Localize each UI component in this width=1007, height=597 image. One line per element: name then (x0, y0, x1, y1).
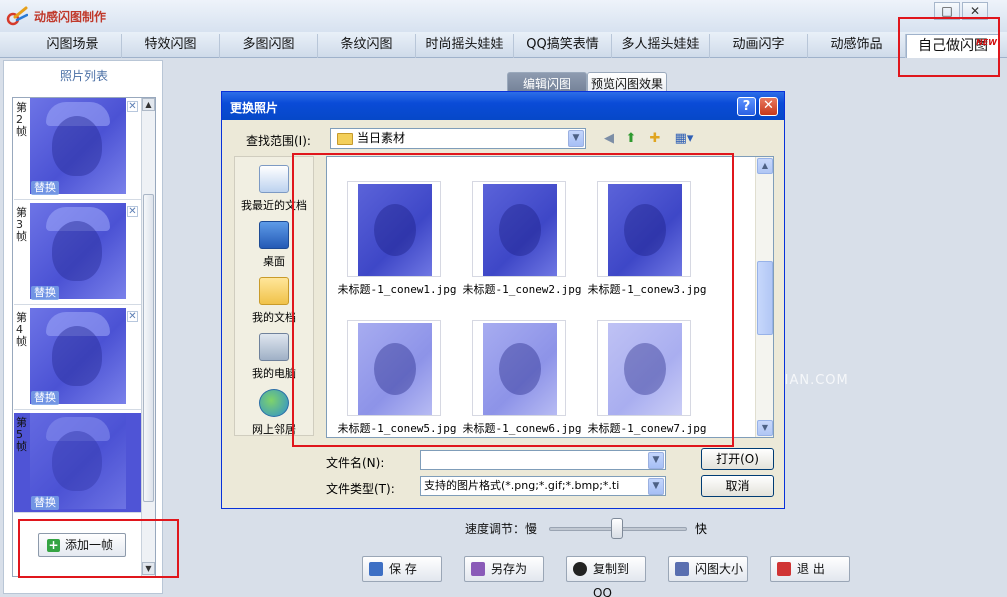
annotation-box-add-frame (18, 519, 179, 578)
scroll-up-arrow-icon[interactable]: ▲ (142, 98, 155, 111)
recent-docs-icon (259, 165, 289, 193)
speed-label: 速度调节：慢 (465, 522, 538, 536)
tab-accessories[interactable]: 动感饰品 (808, 34, 906, 58)
save-as-label: 另存为 (491, 562, 528, 576)
frame-panel: 照片列表 第2帧 ✕ 替换 第3帧 ✕ 替换 第4帧 ✕ 替换 第5帧 替换 ▲ (3, 60, 163, 594)
look-in-select[interactable]: 当日素材 ▼ (330, 128, 586, 149)
chevron-down-icon[interactable]: ▼ (568, 130, 584, 147)
category-tabs: 闪图场景 特效闪图 多图闪图 条纹闪图 时尚摇头娃娃 QQ搞笑表情 多人摇头娃娃… (0, 32, 1007, 58)
save-as-button[interactable]: 另存为 (464, 556, 544, 582)
annotation-box-diy-tab (898, 17, 1000, 77)
frame-label: 第4帧 (16, 311, 27, 348)
title-bar: 动感闪图制作 □ ✕ (0, 0, 1007, 32)
app-title: 动感闪图制作 (34, 10, 107, 24)
replace-button[interactable]: 替换 (31, 391, 59, 405)
network-icon (259, 389, 289, 417)
frame-item-selected[interactable]: 第5帧 替换 (14, 413, 141, 513)
frame-label: 第5帧 (16, 416, 27, 453)
cancel-button[interactable]: 取消 (701, 475, 774, 497)
desktop-icon (259, 221, 289, 249)
scroll-down-arrow-icon[interactable]: ▼ (757, 420, 773, 436)
frame-panel-title: 照片列表 (59, 69, 108, 83)
dialog-title: 更换照片 (230, 101, 279, 115)
chevron-down-icon[interactable]: ▼ (648, 452, 664, 469)
save-button[interactable]: 保 存 (362, 556, 442, 582)
up-folder-icon[interactable]: ⬆ (622, 131, 640, 147)
file-type-label: 文件类型(T): (326, 482, 395, 496)
look-in-value: 当日素材 (357, 131, 406, 145)
file-name-label: 文件名(N): (326, 456, 385, 470)
frame-list: 第2帧 ✕ 替换 第3帧 ✕ 替换 第4帧 ✕ 替换 第5帧 替换 ▲ ▼ (12, 97, 156, 577)
dialog-close-button[interactable]: ✕ (759, 97, 778, 116)
frame-thumbnail (30, 98, 126, 194)
frame-item[interactable]: 第3帧 ✕ 替换 (14, 203, 141, 305)
exit-label: 退 出 (797, 562, 825, 576)
image-size-button[interactable]: 闪图大小 (668, 556, 748, 582)
copy-to-qq-button[interactable]: 复制到QQ (566, 556, 646, 597)
resize-icon (675, 562, 689, 576)
file-name-input[interactable]: ▼ (420, 450, 666, 470)
back-icon[interactable]: ◀ (600, 131, 618, 147)
speed-slider-thumb[interactable] (611, 518, 623, 539)
scrollbar-thumb[interactable] (757, 261, 773, 335)
delete-frame-icon[interactable]: ✕ (127, 206, 138, 217)
exit-button[interactable]: 退 出 (770, 556, 850, 582)
scrollbar-thumb[interactable] (143, 194, 154, 502)
frame-list-scrollbar[interactable]: ▲ ▼ (141, 98, 155, 576)
file-list-scrollbar[interactable]: ▲ ▼ (755, 157, 773, 437)
delete-frame-icon[interactable]: ✕ (127, 311, 138, 322)
tab-effect[interactable]: 特效闪图 (122, 34, 220, 58)
file-type-value: 支持的图片格式(*.png;*.gif;*.bmp;*.ti (424, 479, 620, 492)
open-button[interactable]: 打开(O) (701, 448, 774, 470)
view-menu-icon[interactable]: ▦▾ (672, 131, 696, 147)
tab-stripe[interactable]: 条纹闪图 (318, 34, 416, 58)
scroll-up-arrow-icon[interactable]: ▲ (757, 158, 773, 174)
exit-icon (777, 562, 791, 576)
save-icon (369, 562, 383, 576)
frame-thumbnail (30, 203, 126, 299)
frame-thumbnail (30, 413, 126, 509)
save-label: 保 存 (389, 562, 417, 576)
file-type-select[interactable]: 支持的图片格式(*.png;*.gif;*.bmp;*.ti ▼ (420, 476, 666, 496)
annotation-box-file-list (292, 153, 734, 447)
replace-button[interactable]: 替换 (31, 181, 59, 195)
tab-scene[interactable]: 闪图场景 (24, 34, 122, 58)
tab-multi-image[interactable]: 多图闪图 (220, 34, 318, 58)
my-documents-icon (259, 277, 289, 305)
replace-button[interactable]: 替换 (31, 286, 59, 300)
delete-frame-icon[interactable]: ✕ (127, 101, 138, 112)
qq-penguin-icon (573, 562, 587, 576)
tab-bobblehead[interactable]: 时尚摇头娃娃 (416, 34, 514, 58)
chevron-down-icon[interactable]: ▼ (648, 478, 664, 495)
tab-multi-bobblehead[interactable]: 多人摇头娃娃 (612, 34, 710, 58)
my-computer-icon (259, 333, 289, 361)
frame-label: 第2帧 (16, 101, 27, 138)
frame-item[interactable]: 第4帧 ✕ 替换 (14, 308, 141, 410)
copy-to-qq-label: 复制到QQ (593, 562, 630, 597)
look-in-label: 查找范围(I): (246, 134, 311, 148)
frame-label: 第3帧 (16, 206, 27, 243)
dialog-title-bar: 更换照片 ? ✕ (222, 92, 784, 120)
frame-thumbnail (30, 308, 126, 404)
save-as-icon (471, 562, 485, 576)
help-button[interactable]: ? (737, 97, 756, 116)
tab-qq-emoji[interactable]: QQ搞笑表情 (514, 34, 612, 58)
speed-fast-label: 快 (695, 522, 708, 536)
app-logo-icon (6, 6, 28, 26)
new-folder-icon[interactable]: ✚ (646, 131, 664, 147)
tab-animated-text[interactable]: 动画闪字 (710, 34, 808, 58)
image-size-label: 闪图大小 (695, 562, 744, 576)
folder-icon (337, 133, 353, 145)
frame-item[interactable]: 第2帧 ✕ 替换 (14, 98, 141, 200)
replace-button[interactable]: 替换 (31, 496, 59, 510)
